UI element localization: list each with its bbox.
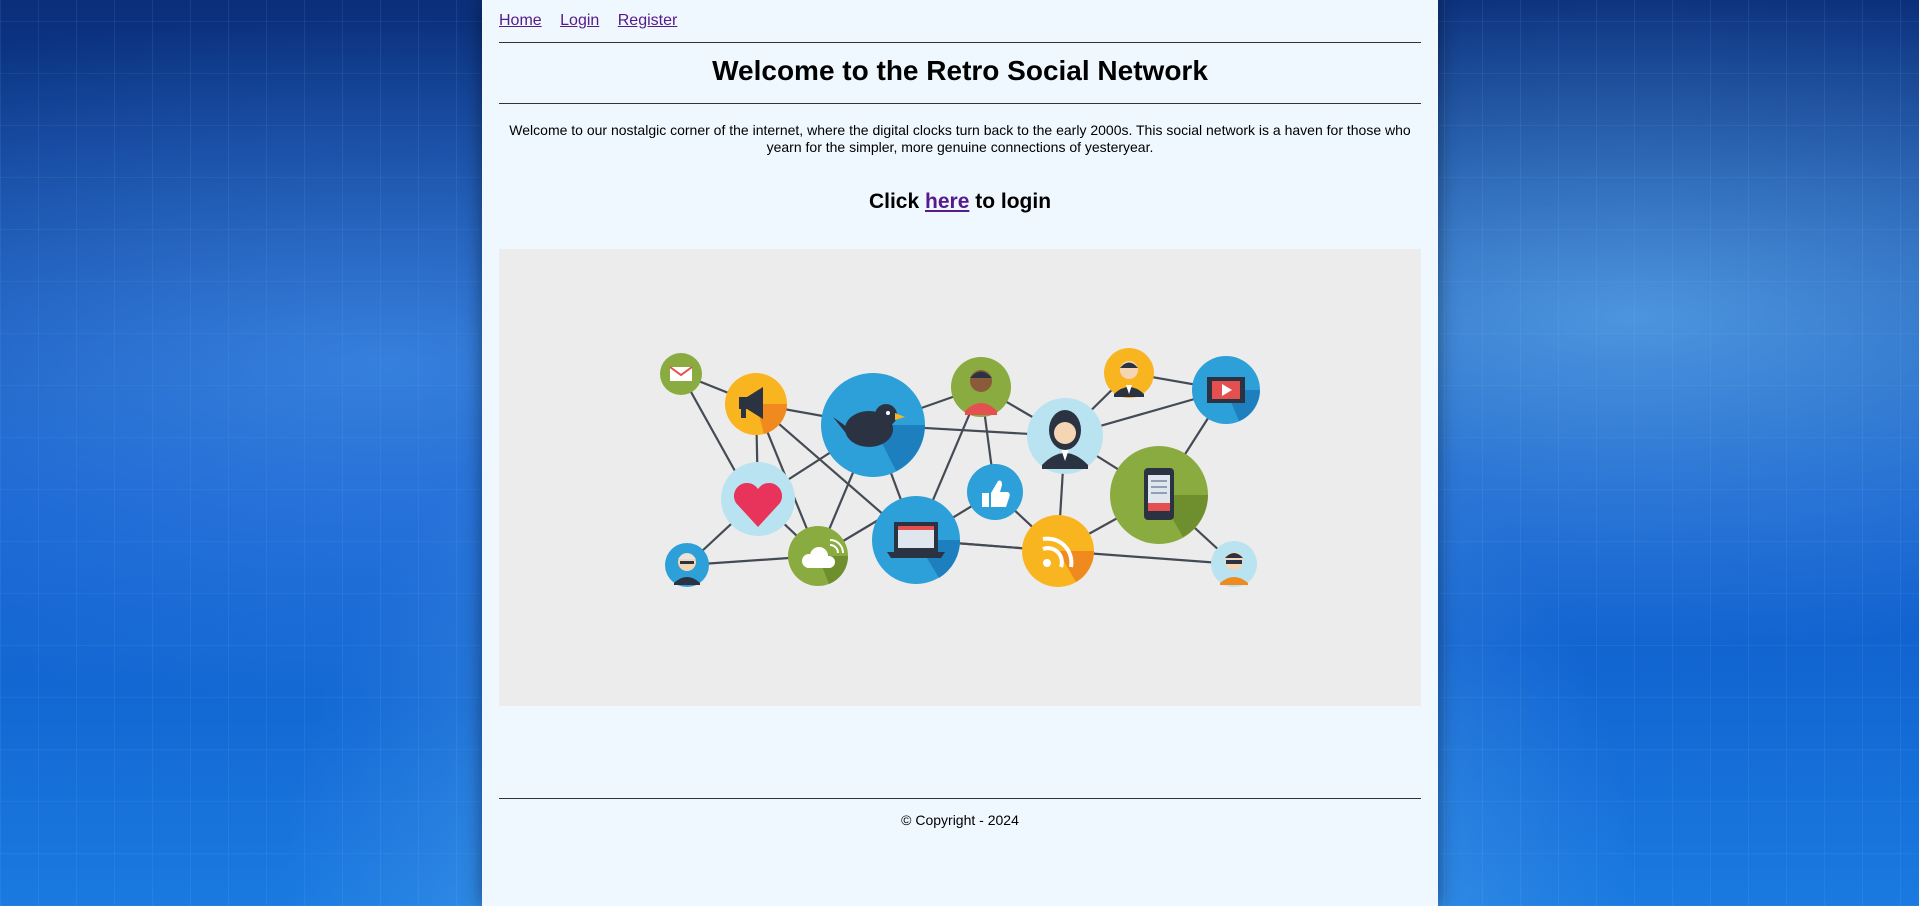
page-title: Welcome to the Retro Social Network bbox=[712, 55, 1208, 86]
social-network-illustration bbox=[660, 348, 1260, 587]
sunglasses-man-icon bbox=[1211, 541, 1257, 587]
mail-icon bbox=[660, 353, 702, 395]
rss-icon bbox=[1022, 515, 1094, 587]
login-prefix: Click bbox=[868, 190, 920, 213]
login-suffix: to login bbox=[975, 190, 1052, 213]
divider bbox=[499, 103, 1421, 104]
footer-copyright: © Copyright - 2024 bbox=[901, 812, 1019, 828]
nav-login-link[interactable]: Login bbox=[560, 12, 599, 29]
laptop-icon bbox=[872, 496, 961, 584]
page-container: Home Login Register Welcome to the Retro… bbox=[482, 0, 1438, 906]
person-icon bbox=[951, 357, 1011, 417]
businessman-icon bbox=[1104, 348, 1154, 398]
intro-text: Welcome to our nostalgic corner of the i… bbox=[509, 122, 1411, 155]
heart-icon bbox=[721, 462, 795, 536]
video-icon bbox=[1192, 356, 1260, 424]
nav-register-link[interactable]: Register bbox=[618, 12, 678, 29]
megaphone-icon bbox=[725, 373, 788, 435]
cloud-icon bbox=[788, 526, 849, 586]
login-here-link[interactable]: here bbox=[925, 190, 969, 213]
thumbs-up-icon bbox=[967, 464, 1023, 520]
woman-icon bbox=[1027, 398, 1103, 474]
nav-home-link[interactable]: Home bbox=[499, 12, 542, 29]
hero-image bbox=[499, 249, 1421, 706]
top-nav: Home Login Register bbox=[499, 12, 1421, 32]
smartphone-icon bbox=[1110, 446, 1208, 544]
old-man-icon bbox=[665, 543, 709, 587]
bird-icon bbox=[821, 373, 925, 477]
login-prompt: Click here to login bbox=[499, 190, 1421, 214]
divider bbox=[499, 798, 1421, 799]
divider bbox=[499, 42, 1421, 43]
